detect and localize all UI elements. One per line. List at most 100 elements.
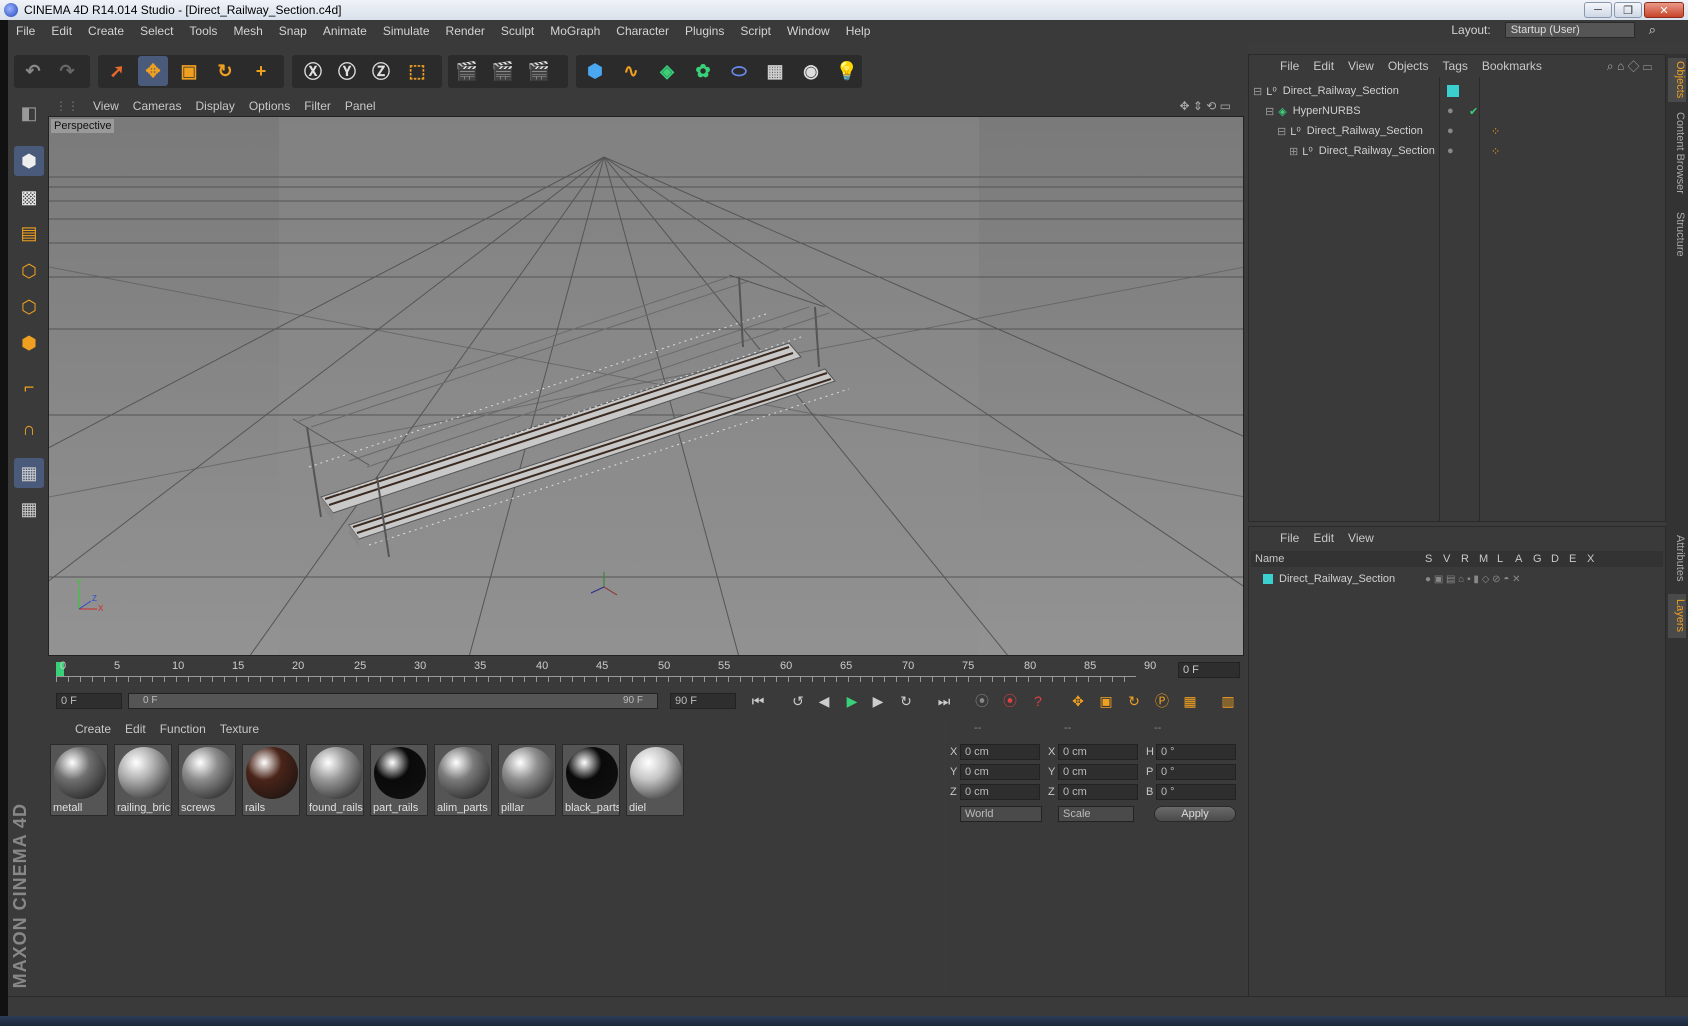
position-x-field[interactable]: 0 cm xyxy=(960,744,1040,760)
layer-menu-file[interactable]: File xyxy=(1273,531,1306,545)
visibility-dot-icon[interactable]: ● xyxy=(1447,145,1454,157)
x-axis-lock-icon[interactable]: Ⓧ xyxy=(298,56,328,86)
tab-layers[interactable]: Layers xyxy=(1668,594,1686,638)
menu-tools[interactable]: Tools xyxy=(181,24,225,38)
light-icon[interactable]: 💡 xyxy=(832,56,862,86)
polygons-mode-icon[interactable]: ⬢ xyxy=(14,328,44,358)
material-swatch[interactable]: rails xyxy=(242,744,300,816)
layer-row[interactable]: Direct_Railway_Section ● ▣ ▤ ⌂ ▪ ▮ ◇ ⊘ ◓… xyxy=(1263,569,1663,589)
material-swatch[interactable]: pillar xyxy=(498,744,556,816)
position-y-field[interactable]: 0 cm xyxy=(960,764,1040,780)
material-menu-edit[interactable]: Edit xyxy=(118,722,153,736)
viewport-menu-cameras[interactable]: Cameras xyxy=(126,99,189,113)
menu-mesh[interactable]: Mesh xyxy=(225,24,270,38)
go-to-start-icon[interactable]: ⏮ xyxy=(746,689,770,713)
coordinate-system-icon[interactable]: ⬚ xyxy=(402,56,432,86)
menu-create[interactable]: Create xyxy=(80,24,132,38)
previous-frame-icon[interactable]: ◀ xyxy=(812,689,836,713)
world-select[interactable]: World xyxy=(960,806,1042,822)
redo-icon[interactable]: ↷ xyxy=(52,56,82,86)
workplane-grid-icon[interactable]: ▦ xyxy=(14,494,44,524)
menu-file[interactable]: File xyxy=(8,24,43,38)
menu-help[interactable]: Help xyxy=(838,24,879,38)
menu-simulate[interactable]: Simulate xyxy=(375,24,438,38)
camera-icon[interactable]: ◉ xyxy=(796,56,826,86)
edges-mode-icon[interactable]: ⬡ xyxy=(14,292,44,322)
snap-magnet-icon[interactable]: ∩ xyxy=(14,414,44,444)
object-menu-view[interactable]: View xyxy=(1341,59,1381,73)
floor-icon[interactable]: ▦ xyxy=(760,56,790,86)
layout-select[interactable]: Startup (User) xyxy=(1504,22,1635,38)
tab-content-browser[interactable]: Content Browser xyxy=(1668,108,1686,198)
expand-icon[interactable]: ⊟ xyxy=(1277,125,1286,138)
menu-sculpt[interactable]: Sculpt xyxy=(493,24,542,38)
key-position-icon[interactable]: ✥ xyxy=(1066,689,1090,713)
tree-item-hypernurbs[interactable]: ⊟ ◈ HyperNURBS ● ✔ xyxy=(1265,101,1663,121)
current-frame-field[interactable]: 0 F xyxy=(1178,662,1240,678)
size-y-field[interactable]: 0 cm xyxy=(1058,764,1138,780)
object-search-home-icons[interactable]: ⌕ ⌂ ◇ ▭ xyxy=(1600,59,1659,74)
rotation-b-field[interactable]: 0 ° xyxy=(1156,784,1236,800)
cube-icon[interactable]: ⬢ xyxy=(580,56,610,86)
layer-color-icon[interactable] xyxy=(1447,85,1459,97)
visibility-dot-icon[interactable]: ● xyxy=(1447,125,1454,137)
spline-pen-icon[interactable]: ∿ xyxy=(616,56,646,86)
previous-key-icon[interactable]: ↺ xyxy=(786,689,810,713)
undo-icon[interactable]: ↶ xyxy=(18,56,48,86)
menu-snap[interactable]: Snap xyxy=(271,24,315,38)
key-scale-icon[interactable]: ▣ xyxy=(1094,689,1118,713)
next-frame-icon[interactable]: ▶ xyxy=(866,689,890,713)
timeline-ruler[interactable]: 0 5 10 15 20 25 30 35 40 45 50 55 60 65 … xyxy=(48,658,1244,684)
material-swatch[interactable]: diel xyxy=(626,744,684,816)
object-menu-tags[interactable]: Tags xyxy=(1436,59,1475,73)
tree-item-root[interactable]: ⊟ L⁰ Direct_Railway_Section xyxy=(1253,81,1663,101)
position-z-field[interactable]: 0 cm xyxy=(960,784,1040,800)
viewport-menu-display[interactable]: Display xyxy=(188,99,241,113)
z-axis-lock-icon[interactable]: Ⓩ xyxy=(366,56,396,86)
record-keys-icon[interactable]: ⦿ xyxy=(970,689,994,713)
viewport-nav-icons[interactable]: ✥ ⇕ ⟲ ▭ xyxy=(1172,99,1238,113)
model-mode-icon[interactable]: ⬢ xyxy=(14,146,44,176)
object-menu-edit[interactable]: Edit xyxy=(1306,59,1341,73)
menu-animate[interactable]: Animate xyxy=(315,24,375,38)
points-mode-icon[interactable]: ⬡ xyxy=(14,256,44,286)
material-swatch[interactable]: alim_parts xyxy=(434,744,492,816)
layer-toggle-icons[interactable]: ● ▣ ▤ ⌂ ▪ ▮ ◇ ⊘ ◓ ✕ xyxy=(1425,574,1521,585)
tree-item-section[interactable]: ⊟ L⁰ Direct_Railway_Section ● ⁘ xyxy=(1277,121,1663,141)
next-key-icon[interactable]: ↻ xyxy=(894,689,918,713)
material-swatch[interactable]: found_rails xyxy=(306,744,364,816)
layer-menu-edit[interactable]: Edit xyxy=(1306,531,1341,545)
visibility-dot-icon[interactable]: ● xyxy=(1447,105,1454,117)
key-parameter-icon[interactable]: Ⓟ xyxy=(1150,689,1174,713)
object-menu-bookmarks[interactable]: Bookmarks xyxy=(1475,59,1549,73)
restore-button[interactable]: ❐ xyxy=(1614,2,1642,18)
scale-icon[interactable]: ▣ xyxy=(174,56,204,86)
make-editable-icon[interactable]: ◧ xyxy=(14,98,44,128)
material-swatch[interactable]: metall xyxy=(50,744,108,816)
layer-color-swatch[interactable] xyxy=(1263,574,1273,584)
axis-mode-icon[interactable]: ⌐ xyxy=(14,372,44,402)
rotation-h-field[interactable]: 0 ° xyxy=(1156,744,1236,760)
key-point-level-icon[interactable]: ▦ xyxy=(1178,689,1202,713)
keyframe-selection-icon[interactable]: ? xyxy=(1026,689,1050,713)
size-z-field[interactable]: 0 cm xyxy=(1058,784,1138,800)
recent-tool-icon[interactable]: + xyxy=(246,56,276,86)
autokey-icon[interactable]: ⦿ xyxy=(998,689,1022,713)
material-swatch[interactable]: black_parts xyxy=(562,744,620,816)
render-view-icon[interactable]: 🎬 xyxy=(452,56,482,86)
y-axis-lock-icon[interactable]: Ⓨ xyxy=(332,56,362,86)
live-selection-icon[interactable]: ➚ xyxy=(102,56,132,86)
menu-script[interactable]: Script xyxy=(732,24,779,38)
timeline-window-icon[interactable]: ▥ xyxy=(1216,689,1240,713)
tab-objects[interactable]: Objects xyxy=(1668,58,1686,102)
menu-character[interactable]: Character xyxy=(608,24,677,38)
tab-attributes[interactable]: Attributes xyxy=(1668,530,1686,586)
menu-render[interactable]: Render xyxy=(438,24,493,38)
start-frame-field[interactable]: 0 F xyxy=(56,693,122,709)
expand-icon[interactable]: ⊟ xyxy=(1253,85,1262,98)
size-x-field[interactable]: 0 cm xyxy=(1058,744,1138,760)
enabled-check-icon[interactable]: ✔ xyxy=(1469,105,1478,118)
material-tag-icon[interactable]: ⁘ xyxy=(1491,145,1500,158)
viewport-menu-panel[interactable]: Panel xyxy=(338,99,383,113)
expand-icon[interactable]: ⊟ xyxy=(1265,105,1274,118)
